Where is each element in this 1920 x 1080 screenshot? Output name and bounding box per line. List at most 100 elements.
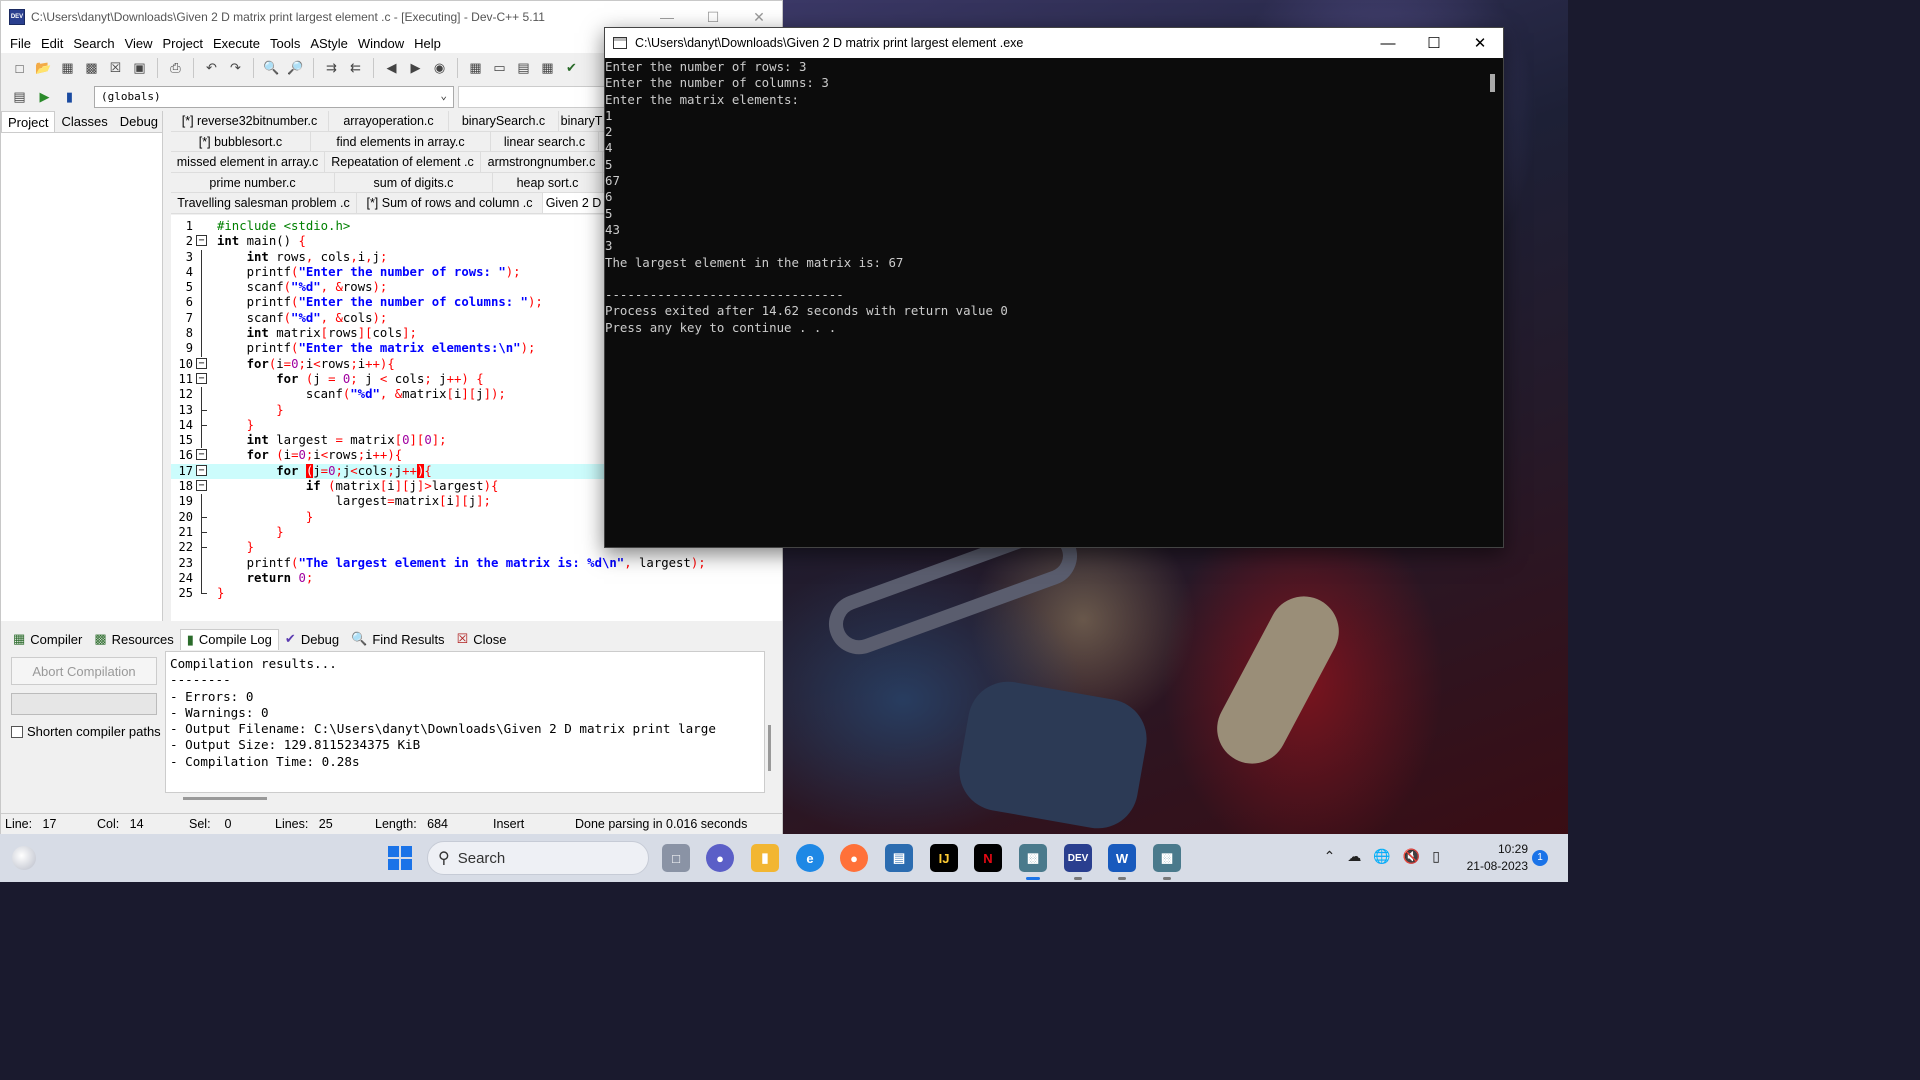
tab-resources[interactable]: ▩ Resources [88,629,179,649]
chevron-up-icon[interactable]: ⌃ [1324,848,1336,865]
file-tab[interactable]: linear search.c [491,131,599,151]
fold-toggle-icon[interactable]: − [196,372,207,384]
firefox-icon[interactable]: ● [840,844,868,872]
menu-search[interactable]: Search [68,36,119,51]
compile-icon[interactable]: ▤ [9,87,30,108]
notification-badge[interactable]: 1 [1532,850,1548,866]
minimize-icon[interactable]: — [1365,28,1411,58]
battery-icon[interactable]: ▯ [1432,848,1440,865]
tab-debug[interactable]: Debug [114,111,164,132]
menu-edit[interactable]: Edit [36,36,68,51]
close-file-icon[interactable]: ☒ [105,58,126,79]
bookmark-icon[interactable]: ◉ [429,58,450,79]
close-all-icon[interactable]: ▣ [129,58,150,79]
undo-icon[interactable]: ↶ [201,58,222,79]
menu-project[interactable]: Project [158,36,208,51]
horizontal-scrollbar[interactable] [183,797,267,800]
abort-compilation-button[interactable]: Abort Compilation [11,657,157,685]
volume-muted-icon[interactable]: 🔇 [1403,848,1420,865]
store-icon[interactable]: ▤ [885,844,913,872]
file-explorer-icon[interactable]: ▮ [751,844,779,872]
file-tab[interactable]: find elements in array.c [311,131,491,151]
file-tab[interactable]: binarySearch.c [449,111,559,131]
file-tab[interactable]: sum of digits.c [335,172,493,192]
file-tab[interactable]: prime number.c [171,172,335,192]
devcpp-taskbar-icon[interactable]: DEV [1064,844,1092,872]
grid-icon[interactable]: ▦ [537,58,558,79]
compile-run-icon[interactable]: ▮ [59,87,80,108]
window-icon[interactable]: ▭ [489,58,510,79]
goto-forward-icon[interactable]: ▶ [405,58,426,79]
taskbar-search[interactable]: ⚲ Search [427,841,649,875]
weather-widget-icon[interactable] [12,846,36,870]
menu-astyle[interactable]: AStyle [305,36,353,51]
fold-toggle-icon[interactable]: − [196,464,207,476]
file-tab[interactable]: missed element in array.c [171,152,325,172]
menu-help[interactable]: Help [409,36,446,51]
console-output[interactable]: Enter the number of rows: 3 Enter the nu… [605,58,1503,336]
intellij-icon[interactable]: IJ [930,844,958,872]
console-titlebar[interactable]: C:\Users\danyt\Downloads\Given 2 D matri… [605,28,1503,58]
word-icon[interactable]: W [1108,844,1136,872]
print-icon[interactable]: ⎙ [165,58,186,79]
edge-browser-icon[interactable]: e [796,844,824,872]
tab-debug[interactable]: ✔ Debug [279,629,345,649]
shorten-paths-option[interactable]: Shorten compiler paths [11,724,161,739]
tab-close[interactable]: ☒ Close [451,629,513,649]
file-tab[interactable]: Travelling salesman problem .c [171,193,357,213]
compile-log-output[interactable]: Compilation results... -------- - Errors… [165,651,765,793]
console-window[interactable]: C:\Users\danyt\Downloads\Given 2 D matri… [604,27,1504,548]
indent-icon[interactable]: ⇉ [321,58,342,79]
menu-execute[interactable]: Execute [208,36,265,51]
open-file-icon[interactable]: 📂 [33,58,54,79]
menu-view[interactable]: View [120,36,158,51]
tab-find-results[interactable]: 🔍 Find Results [345,629,450,649]
redo-icon[interactable]: ↷ [225,58,246,79]
file-tab[interactable]: arrayoperation.c [329,111,449,131]
save-all-icon[interactable]: ▩ [81,58,102,79]
close-icon[interactable]: ✕ [1457,28,1503,58]
file-tab[interactable]: heap sort.c [493,172,603,192]
replace-icon[interactable]: 🔎 [285,58,306,79]
file-tab[interactable]: armstrongnumber.c [481,152,603,172]
clock[interactable]: 10:29 21-08-2023 [1467,841,1528,875]
tab-project[interactable]: Project [1,111,56,132]
file-tab[interactable]: binaryT [559,111,605,131]
fold-toggle-icon[interactable]: − [196,480,207,492]
cloud-sync-icon[interactable]: ☁ [1347,848,1361,865]
goto-back-icon[interactable]: ◀ [381,58,402,79]
task-view-icon[interactable]: □ [662,844,690,872]
file-tab-active[interactable]: Given 2 D [543,193,605,213]
menu-file[interactable]: File [5,36,36,51]
tab-compile-log[interactable]: ▮ Compile Log [179,628,279,650]
tab-classes[interactable]: Classes [55,111,113,132]
menu-tools[interactable]: Tools [265,36,305,51]
run-icon[interactable]: ▶ [34,87,55,108]
console-taskbar-icon[interactable]: ▩ [1019,844,1047,872]
new-project-icon[interactable]: ▦ [465,58,486,79]
vertical-scrollbar[interactable] [768,725,771,771]
start-button-icon[interactable] [388,846,412,870]
netflix-icon[interactable]: N [974,844,1002,872]
layout-icon[interactable]: ▤ [513,58,534,79]
save-icon[interactable]: ▦ [57,58,78,79]
file-tab[interactable]: [*] reverse32bitnumber.c [171,111,329,131]
fold-toggle-icon[interactable]: − [196,235,207,247]
file-tab[interactable]: [*] Sum of rows and column .c [357,193,543,213]
unindent-icon[interactable]: ⇇ [345,58,366,79]
fold-toggle-icon[interactable]: − [196,449,207,461]
chat-icon[interactable]: ● [706,844,734,872]
maximize-icon[interactable]: ☐ [1411,28,1457,58]
find-icon[interactable]: 🔍 [261,58,282,79]
console-taskbar-icon-2[interactable]: ▩ [1153,844,1181,872]
check-syntax-icon[interactable]: ✔ [561,58,582,79]
new-file-icon[interactable]: □ [9,58,30,79]
file-tab[interactable]: [*] bubblesort.c [171,131,311,151]
shorten-paths-checkbox[interactable] [11,725,23,738]
file-tab[interactable]: Repeatation of element .c [325,152,481,172]
network-globe-icon[interactable]: 🌐 [1373,848,1390,865]
tab-compiler[interactable]: ▦ Compiler [7,629,88,649]
console-scrollbar[interactable] [1490,74,1495,92]
fold-toggle-icon[interactable]: − [196,357,207,369]
menu-window[interactable]: Window [353,36,409,51]
